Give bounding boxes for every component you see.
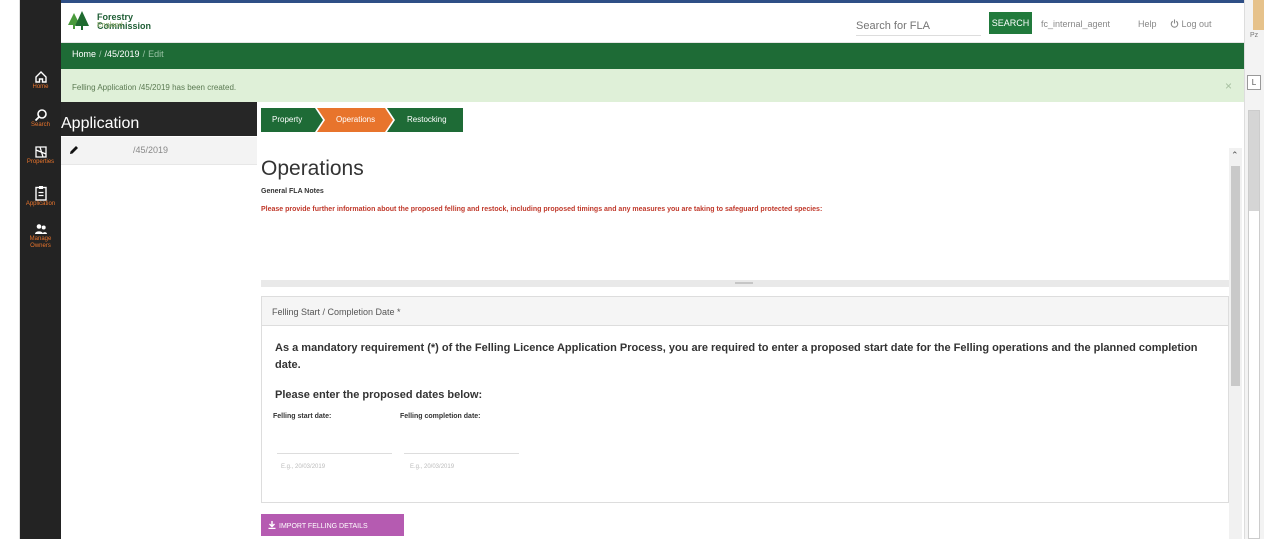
search-button[interactable]: SEARCH xyxy=(989,12,1032,34)
map-icon xyxy=(34,146,47,158)
end-date-input[interactable] xyxy=(404,437,519,454)
logout-label: Log out xyxy=(1181,19,1212,29)
nav-item-manage-owners[interactable]: Manage Owners xyxy=(20,222,61,250)
notes-label: General FLA Notes xyxy=(261,188,324,195)
breadcrumb-bar: Home //45/2019/Edit xyxy=(61,43,1244,69)
dates-instruction: Please enter the proposed dates below: xyxy=(275,389,483,401)
nav-item-search[interactable]: Search xyxy=(20,108,61,129)
ruler-margin xyxy=(1249,111,1259,211)
start-date-label: Felling start date: xyxy=(273,413,332,420)
nav-item-properties[interactable]: Properties xyxy=(20,145,61,166)
scroll-thumb[interactable] xyxy=(1231,166,1240,386)
resize-splitter[interactable] xyxy=(261,280,1229,287)
notes-help-text: Please provide further information about… xyxy=(261,206,823,213)
home-icon xyxy=(34,71,47,83)
application-title: Application xyxy=(61,115,140,132)
application-panel-header: Application xyxy=(61,102,257,136)
dates-intro-text: As a mandatory requirement (*) of the Fe… xyxy=(275,342,1198,371)
search-icon xyxy=(34,109,47,122)
logout-link[interactable]: Log out xyxy=(1170,19,1212,29)
nav-label-search: Search xyxy=(30,122,50,128)
start-date-placeholder: E.g., 20/03/2019 xyxy=(281,464,326,470)
user-link[interactable]: fc_internal_agent xyxy=(1041,19,1110,29)
pencil-icon xyxy=(70,146,78,154)
vertical-ruler xyxy=(1248,110,1260,539)
window-frame-left xyxy=(0,0,20,539)
start-date-input[interactable] xyxy=(277,437,392,454)
search-input[interactable] xyxy=(856,16,981,36)
ruler-toggle-icon[interactable]: L xyxy=(1247,75,1261,90)
right-side-label: Pz xyxy=(1250,32,1259,39)
nav-item-application[interactable]: Application xyxy=(20,185,61,208)
nav-label-owners: Owners xyxy=(30,243,51,249)
breadcrumb-edit: Edit xyxy=(148,49,164,59)
scroll-up-icon[interactable]: ⌃ xyxy=(1231,150,1239,161)
import-felling-details-button[interactable]: IMPORT FELLING DETAILS xyxy=(261,514,404,536)
nav-item-home[interactable]: Home xyxy=(20,70,61,91)
import-icon xyxy=(268,520,276,529)
power-icon xyxy=(1170,19,1179,28)
success-alert: Felling Application /45/2019 has been cr… xyxy=(61,69,1244,102)
splitter-grip-icon xyxy=(735,282,753,284)
nav-label-properties: Properties xyxy=(26,159,55,165)
tab-operations[interactable]: Operations xyxy=(326,108,375,132)
alert-message: Felling Application /45/2019 has been cr… xyxy=(72,83,237,92)
dates-panel: Felling Start / Completion Date * As a m… xyxy=(261,296,1229,503)
breadcrumb-home[interactable]: Home xyxy=(72,49,96,59)
nav-label-home: Home xyxy=(32,84,49,90)
tab-property[interactable]: Property xyxy=(262,108,302,132)
top-header: Forestry Commission England SEARCH fc_in… xyxy=(61,3,1244,43)
logo[interactable]: Forestry Commission England xyxy=(67,11,187,33)
application-ref: /45/2019 xyxy=(133,145,169,155)
right-tab-marker xyxy=(1253,0,1264,30)
notes-textarea[interactable] xyxy=(261,222,1229,280)
breadcrumb-ref[interactable]: /45/2019 xyxy=(105,49,140,59)
import-button-label: IMPORT FELLING DETAILS xyxy=(279,522,368,530)
dates-panel-title: Felling Start / Completion Date * xyxy=(272,307,401,317)
breadcrumb: Home //45/2019/Edit xyxy=(72,49,164,59)
nav-label-application: Application xyxy=(25,201,56,207)
tab-restocking[interactable]: Restocking xyxy=(397,108,447,132)
users-icon xyxy=(34,224,47,234)
nav-label-manage: Manage xyxy=(29,236,52,242)
alert-close-icon[interactable]: × xyxy=(1225,79,1232,93)
end-date-placeholder: E.g., 20/03/2019 xyxy=(410,464,455,470)
tree-logo-icon xyxy=(68,11,89,30)
page-title: Operations xyxy=(261,157,364,180)
left-nav: Home Search Properties Application Manag… xyxy=(20,0,61,539)
clipboard-icon xyxy=(34,186,47,201)
application-list-item[interactable]: /45/2019 xyxy=(61,137,257,165)
logo-subtitle: England xyxy=(97,22,123,29)
help-link[interactable]: Help xyxy=(1138,19,1157,29)
main-scrollbar[interactable]: ⌃ xyxy=(1229,148,1242,539)
end-date-label: Felling completion date: xyxy=(400,413,481,420)
dates-panel-header: Felling Start / Completion Date * xyxy=(262,297,1228,326)
